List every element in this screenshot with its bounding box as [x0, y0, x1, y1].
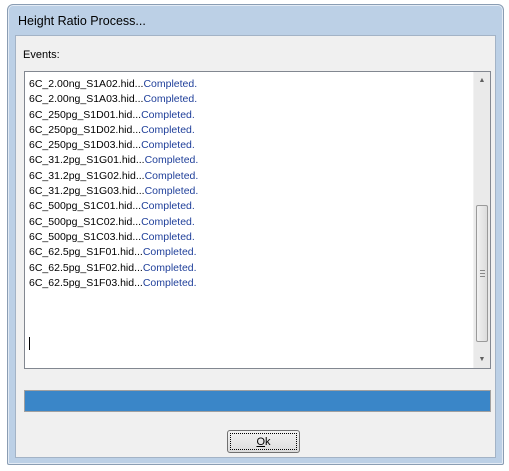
height-ratio-dialog: Height Ratio Process... Events: 6C_2.00n… [7, 4, 504, 465]
event-status: Completed. [141, 200, 195, 213]
event-line: 6C_500pg_S1C01.hid...Completed. [29, 199, 469, 214]
event-status: Completed. [144, 169, 199, 182]
event-line: 6C_2.00ng_S1A03.hid...Completed. [29, 92, 469, 107]
event-line: 6C_62.5pg_S1F02.hid...Completed. [29, 261, 469, 276]
event-file: 6C_500pg_S1C03.hid... [29, 230, 142, 243]
event-line: 6C_31.2pg_S1G02.hid...Completed. [29, 169, 469, 184]
dialog-client-area: Events: 6C_2.00ng_S1A02.hid...Completed.… [15, 35, 496, 458]
grip-icon [480, 270, 485, 277]
event-status: Completed. [141, 230, 195, 243]
event-line: 6C_31.2pg_S1G03.hid...Completed. [29, 184, 469, 199]
event-line: 6C_500pg_S1C03.hid...Completed. [29, 230, 469, 245]
events-label: Events: [23, 49, 60, 61]
ok-accelerator: O [256, 435, 266, 448]
event-file: 6C_500pg_S1C01.hid... [29, 200, 142, 213]
ok-label-rest: k [265, 435, 271, 448]
event-file: 6C_31.2pg_S1G01.hid... [29, 154, 145, 167]
event-file: 6C_2.00ng_S1A03.hid... [29, 93, 144, 106]
event-status: Completed. [144, 154, 199, 167]
event-line: 6C_250pg_S1D02.hid...Completed. [29, 123, 469, 138]
up-arrow-icon[interactable]: ▲ [474, 72, 490, 89]
event-status: Completed. [143, 78, 198, 90]
event-file: 6C_62.5pg_S1F01.hid... [29, 246, 143, 259]
event-file: 6C_250pg_S1D01.hid... [29, 108, 142, 121]
scrollbar-thumb[interactable] [476, 205, 488, 342]
event-line: 6C_250pg_S1D01.hid...Completed. [29, 108, 469, 123]
event-file: 6C_2.00ng_S1A02.hid... [29, 78, 144, 90]
event-file: 6C_31.2pg_S1G03.hid... [29, 185, 145, 198]
dialog-title: Height Ratio Process... [18, 14, 146, 28]
title-bar[interactable]: Height Ratio Process... [8, 5, 503, 33]
event-line: 6C_62.5pg_S1F01.hid...Completed. [29, 245, 469, 260]
progress-fill [25, 391, 490, 411]
event-file: 6C_31.2pg_S1G02.hid... [29, 169, 145, 182]
event-line: 6C_31.2pg_S1G01.hid...Completed. [29, 153, 469, 168]
events-log[interactable]: 6C_2.00ng_S1A02.hid...Completed. 6C_2.00n… [24, 71, 491, 369]
event-status: Completed. [142, 246, 197, 259]
progress-bar [24, 390, 491, 412]
event-status: Completed. [141, 139, 195, 152]
event-line: 6C_250pg_S1D03.hid...Completed. [29, 138, 469, 153]
event-file: 6C_62.5pg_S1F03.hid... [29, 276, 143, 289]
event-file: 6C_250pg_S1D03.hid... [29, 139, 142, 152]
event-line: 6C_500pg_S1C02.hid...Completed. [29, 215, 469, 230]
vertical-scrollbar[interactable]: ▲ ▼ [473, 72, 490, 368]
down-arrow-icon[interactable]: ▼ [474, 351, 490, 368]
event-status: Completed. [141, 108, 195, 121]
event-status: Completed. [141, 123, 195, 136]
event-status: Completed. [144, 185, 199, 198]
event-line: 6C_62.5pg_S1F03.hid...Completed. [29, 276, 469, 291]
event-file: 6C_250pg_S1D02.hid... [29, 123, 142, 136]
event-line: 6C_2.00ng_S1A02.hid...Completed. [29, 77, 469, 92]
event-status: Completed. [141, 215, 195, 228]
events-log-lines: 6C_2.00ng_S1A02.hid...Completed. 6C_2.00n… [29, 77, 469, 291]
event-status: Completed. [142, 261, 197, 274]
text-caret [29, 337, 30, 350]
event-file: 6C_62.5pg_S1F02.hid... [29, 261, 143, 274]
event-file: 6C_500pg_S1C02.hid... [29, 215, 142, 228]
event-status: Completed. [143, 93, 198, 106]
event-status: Completed. [142, 276, 197, 289]
ok-button[interactable]: Ok [227, 430, 300, 453]
